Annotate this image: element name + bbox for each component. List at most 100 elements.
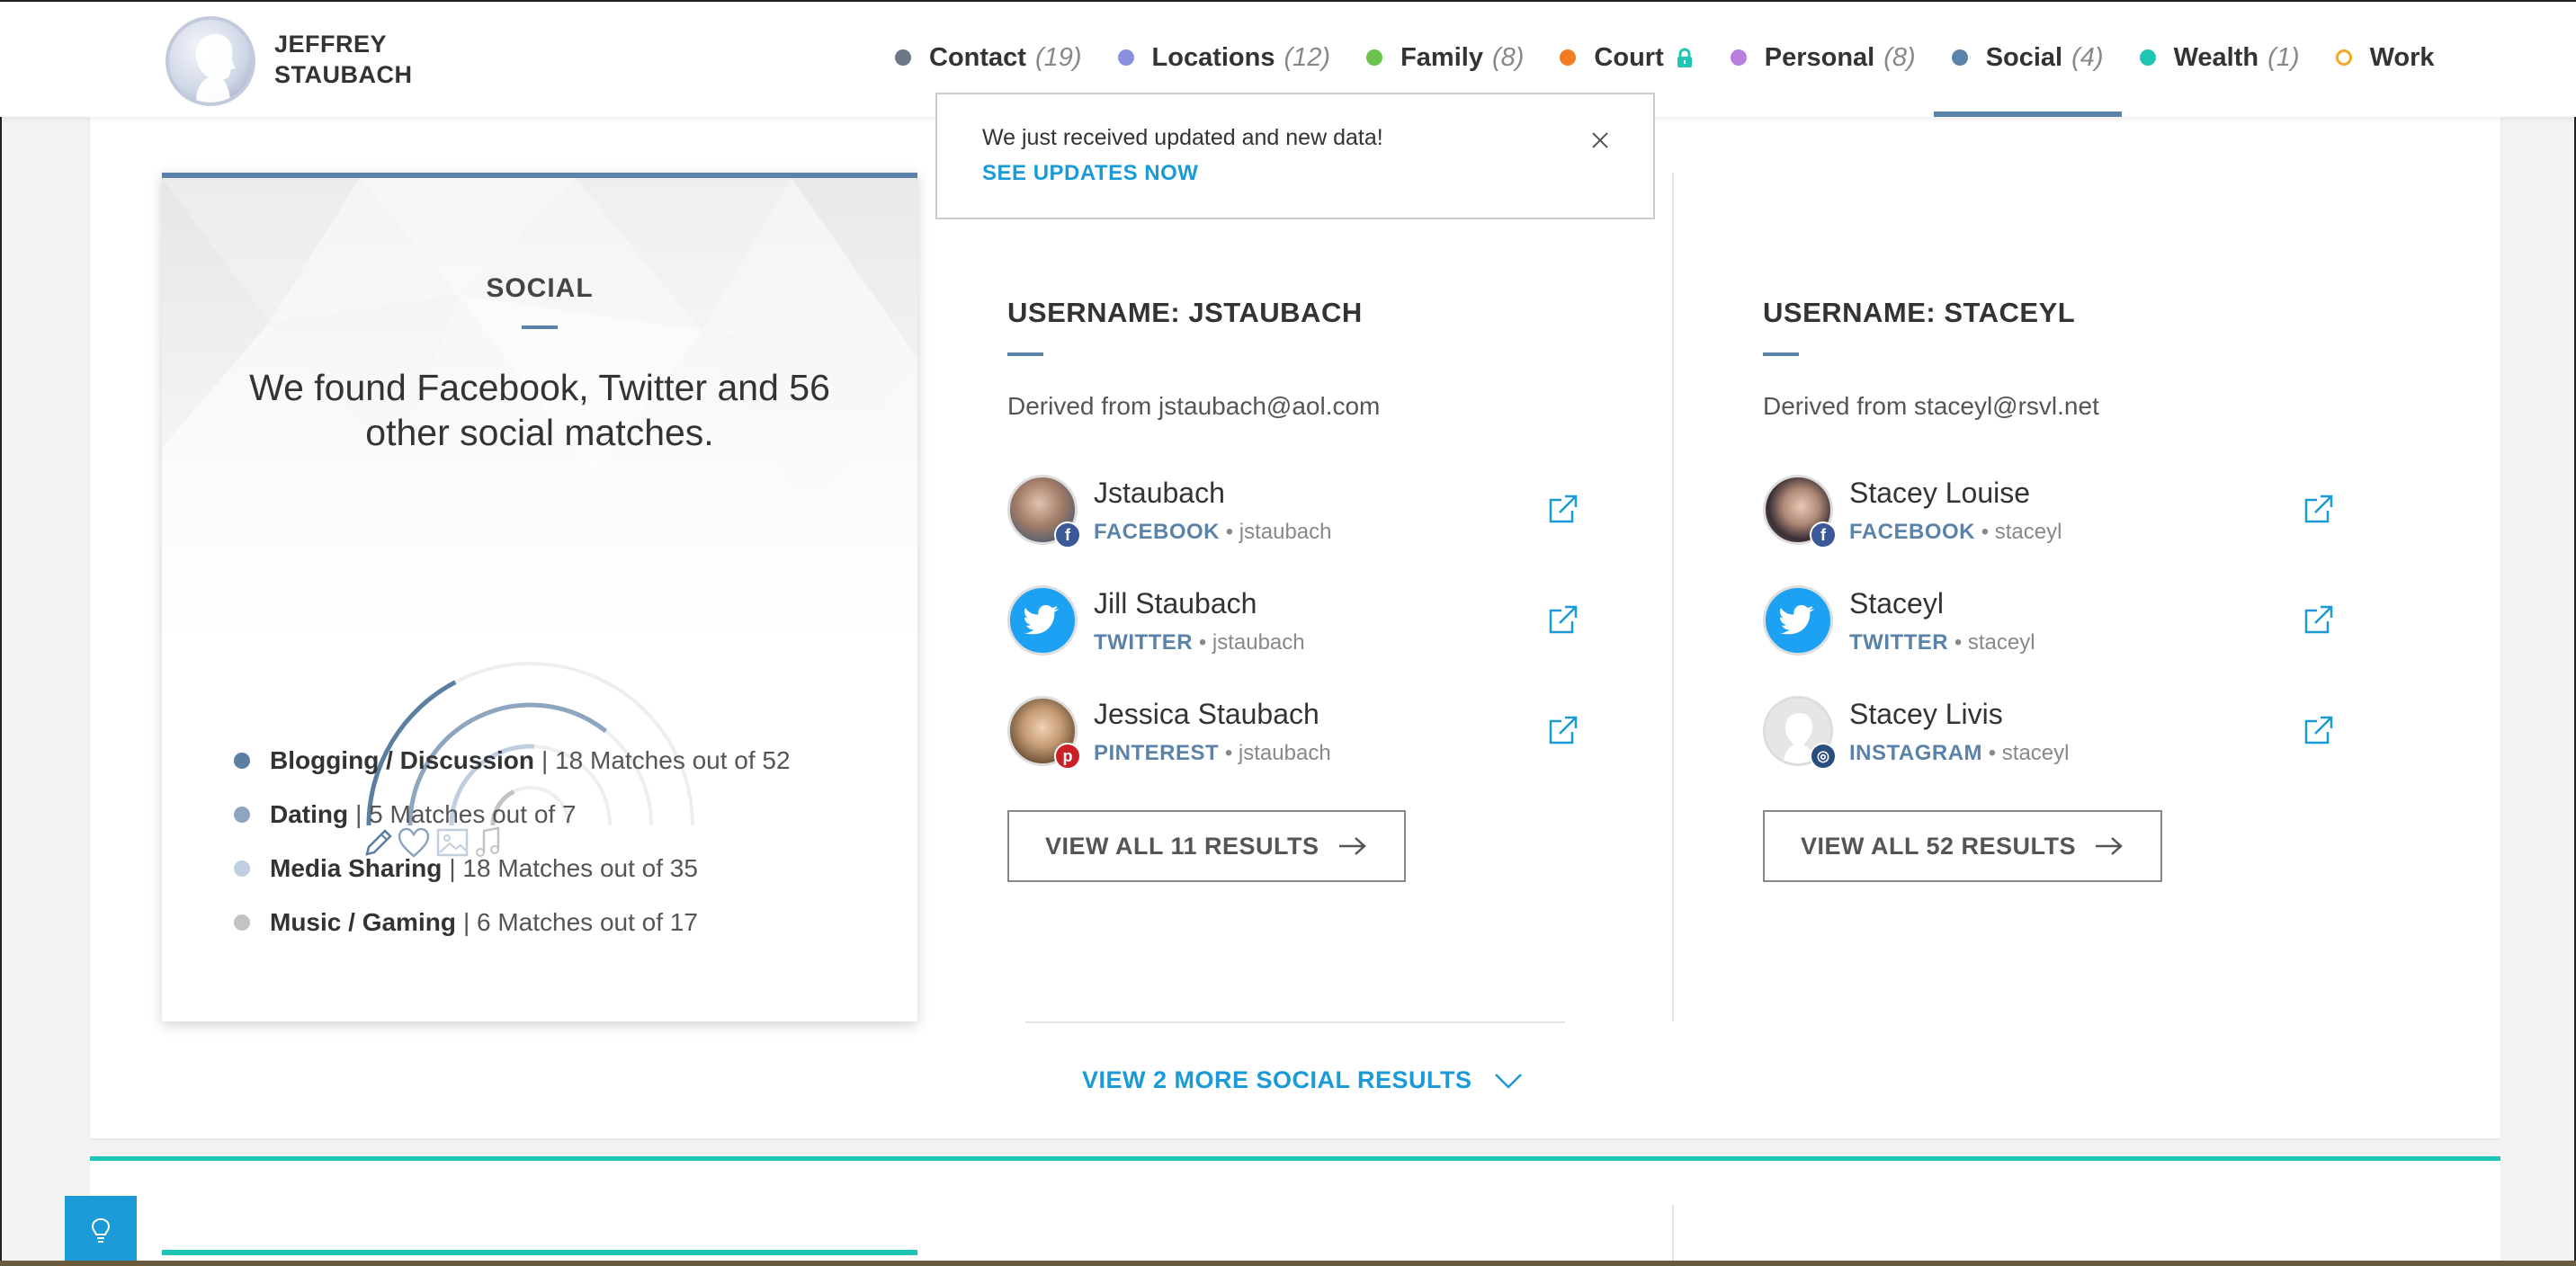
result-item: ◎ Stacey Livis INSTAGRAM • staceyl (1763, 680, 2411, 790)
nav-item-social[interactable]: Social (4) (1933, 2, 2122, 117)
external-link-icon[interactable] (2303, 603, 2335, 636)
column-divider (1672, 1205, 1674, 1266)
arrow-right-icon (2096, 837, 2123, 855)
social-dot-icon (1951, 49, 1968, 66)
contact-dot-icon (895, 49, 911, 66)
result-name: Staceyl (1849, 587, 1944, 620)
derived-from: Derived from staceyl@rsvl.net (1763, 392, 2099, 420)
result-network: TWITTER (1849, 630, 1949, 655)
category-name: Media Sharing (270, 854, 443, 882)
category-detail: | 5 Matches out of 7 (355, 800, 577, 828)
notice-message: We just received updated and new data! (982, 125, 1383, 150)
nav-label: Locations (1151, 42, 1275, 72)
arrow-right-icon (1338, 837, 1366, 855)
result-avatar: f (1763, 475, 1837, 548)
social-category-list: Blogging / Discussion | 18 Matches out o… (234, 734, 791, 950)
tips-button[interactable] (65, 1196, 137, 1266)
work-dot-icon (2335, 49, 2352, 66)
result-name: Jill Staubach (1094, 587, 1257, 620)
category-detail: | 18 Matches out of 52 (541, 746, 791, 774)
next-section-panel-rule (162, 1250, 917, 1255)
nav-label: Family (1400, 42, 1483, 72)
derived-from: Derived from jstaubach@aol.com (1007, 392, 1381, 420)
result-network: FACEBOOK (1094, 520, 1221, 544)
category-detail: | 18 Matches out of 35 (449, 854, 698, 882)
external-link-icon[interactable] (1547, 493, 1579, 525)
court-dot-icon (1560, 49, 1577, 66)
more-label: VIEW 2 MORE SOCIAL RESULTS (1082, 1066, 1472, 1093)
social-summary-panel: SOCIAL We found Facebook, Twitter and 56… (162, 173, 917, 1021)
result-name: Jstaubach (1094, 477, 1225, 509)
view-all-results-button[interactable]: VIEW ALL 52 RESULTS (1763, 810, 2163, 882)
profile-name: JEFFREY STAUBACH (274, 29, 413, 90)
nav-item-work[interactable]: Work (2318, 2, 2453, 113)
nav-label: Wealth (2173, 42, 2259, 72)
locations-dot-icon (1117, 49, 1134, 66)
external-link-icon[interactable] (1547, 714, 1579, 746)
result-handle: • staceyl (1981, 520, 2062, 544)
result-network: PINTEREST (1094, 741, 1220, 765)
view-all-results-button[interactable]: VIEW ALL 11 RESULTS (1007, 810, 1406, 882)
username-title: USERNAME: STACEYL (1763, 297, 2076, 328)
section-title: SOCIAL (486, 273, 594, 303)
facebook-icon: f (1054, 522, 1081, 548)
result-name: Jessica Staubach (1094, 698, 1319, 730)
nav-count: (8) (1491, 42, 1525, 72)
external-link-icon[interactable] (2303, 493, 2335, 525)
category-dating: Dating | 5 Matches out of 7 (234, 788, 791, 842)
chevron-down-icon (1494, 1073, 1522, 1089)
result-avatar (1763, 585, 1833, 655)
result-item: p Jessica Staubach PINTEREST • jstaubach (1007, 680, 1655, 790)
title-underline (1763, 352, 1799, 356)
result-network: INSTAGRAM (1849, 741, 1983, 765)
result-item: Staceyl TWITTER • staceyl (1763, 569, 2411, 680)
profile-first-name: JEFFREY (274, 31, 388, 58)
category-detail: | 6 Matches out of 17 (462, 908, 698, 936)
update-notice: We just received updated and new data! S… (935, 93, 1655, 219)
category-dot-icon (234, 753, 250, 769)
result-network: TWITTER (1094, 630, 1194, 655)
window-edge-bottom (0, 1261, 2576, 1266)
summary-description: We found Facebook, Twitter and 56 other … (249, 367, 830, 453)
category-name: Dating (270, 800, 349, 828)
username-column-staceyl: USERNAME: STACEYL Derived from staceyl@r… (1763, 297, 2411, 882)
nav-label: Personal (1764, 42, 1875, 72)
column-divider (1672, 173, 1674, 1021)
result-avatar: f (1007, 475, 1081, 548)
see-updates-link[interactable]: SEE UPDATES NOW (982, 161, 1198, 186)
instagram-icon: ◎ (1810, 743, 1837, 770)
nav-item-personal[interactable]: Personal (8) (1713, 2, 1934, 113)
family-dot-icon (1366, 49, 1383, 66)
window-edge-left (0, 0, 2, 1266)
twitter-icon (1024, 605, 1060, 635)
lock-icon (1677, 48, 1692, 67)
lightbulb-icon (91, 1217, 111, 1243)
nav-count: (1) (2267, 42, 2300, 72)
nav-label: Social (1985, 42, 2063, 72)
external-link-icon[interactable] (2303, 714, 2335, 746)
result-handle: • jstaubach (1198, 630, 1305, 655)
close-icon[interactable] (1590, 130, 1610, 150)
profile-last-name: STAUBACH (274, 61, 413, 88)
result-meta: FACEBOOK • jstaubach (1094, 520, 1332, 545)
result-item: Jill Staubach TWITTER • jstaubach (1007, 569, 1655, 680)
wealth-dot-icon (2139, 49, 2156, 66)
result-name: Stacey Louise (1849, 477, 2031, 509)
button-label: VIEW ALL 52 RESULTS (1801, 832, 2077, 860)
more-divider (1025, 1021, 1565, 1023)
result-avatar: ◎ (1763, 696, 1837, 770)
pinterest-icon: p (1054, 743, 1081, 770)
nav-label: Contact (929, 42, 1026, 72)
nav-item-wealth[interactable]: Wealth (1) (2122, 2, 2318, 113)
title-underline (1007, 352, 1043, 356)
category-media-sharing: Media Sharing | 18 Matches out of 35 (234, 842, 791, 896)
personal-dot-icon (1730, 49, 1747, 66)
result-meta: PINTEREST • jstaubach (1094, 741, 1331, 766)
result-avatar (1007, 585, 1078, 655)
result-handle: • jstaubach (1225, 520, 1332, 544)
facebook-icon: f (1810, 522, 1837, 548)
username-column-jstaubach: USERNAME: JSTAUBACH Derived from jstauba… (1007, 297, 1655, 882)
external-link-icon[interactable] (1547, 603, 1579, 636)
view-more-social-results-link[interactable]: VIEW 2 MORE SOCIAL RESULTS (1082, 1066, 1523, 1094)
result-handle: • staceyl (1954, 630, 2035, 655)
